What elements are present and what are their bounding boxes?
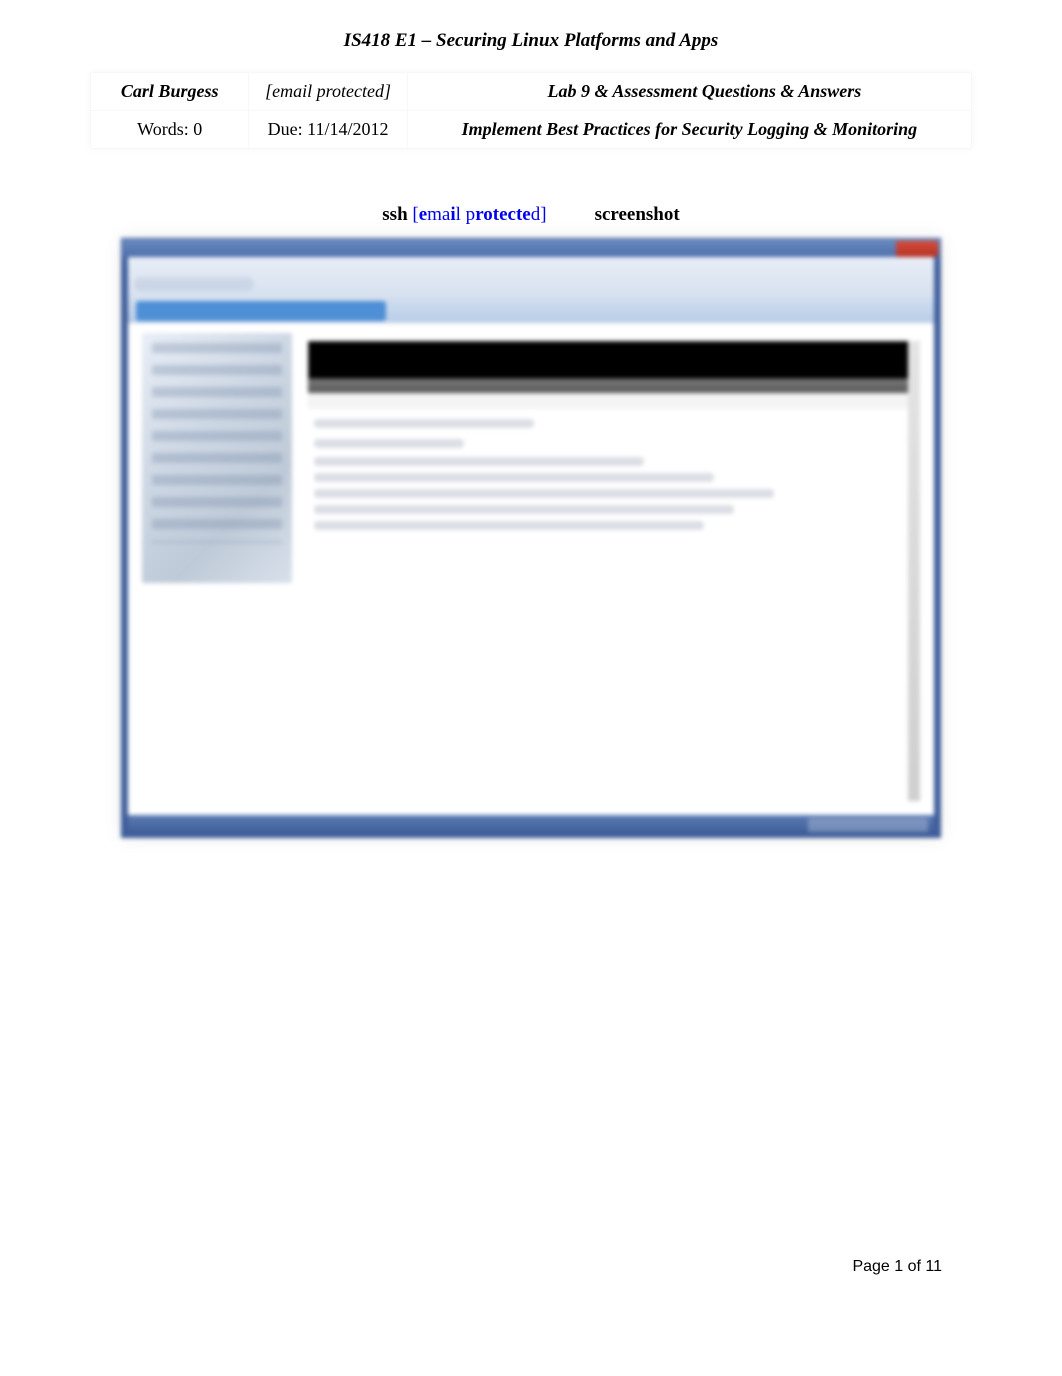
address-bar (136, 301, 386, 321)
caption-command: ssh (382, 204, 412, 225)
word-count: Words: 0 (91, 110, 249, 148)
system-tray (808, 818, 928, 832)
terminal-body (308, 409, 906, 801)
document-header: Carl Burgess [email protected] Lab 9 & A… (90, 72, 972, 149)
caption-suffix: screenshot (595, 204, 680, 225)
page-number: Page 1 of 11 (852, 1258, 942, 1276)
lab-subtitle: Implement Best Practices for Security Lo… (408, 110, 971, 148)
browser-body (128, 323, 934, 815)
window-titlebar (122, 239, 940, 257)
embedded-screenshot (121, 238, 941, 838)
browser-menubar (128, 257, 934, 299)
caption-email-link[interactable]: [email protected] (412, 204, 546, 225)
terminal-header (308, 379, 920, 393)
student-email: [email protected] (249, 73, 407, 110)
screenshot-caption: ssh [email protected] screenshot (90, 204, 972, 226)
course-title: IS418 E1 – Securing Linux Platforms and … (90, 30, 972, 52)
due-date: Due: 11/14/2012 (249, 110, 407, 148)
close-icon (896, 241, 938, 257)
terminal-menu (308, 393, 920, 409)
terminal-titlebar (308, 341, 920, 379)
student-name: Carl Burgess (91, 73, 249, 110)
file-tree-sidebar (142, 333, 292, 583)
lab-label: Lab 9 & Assessment Questions & Answers (408, 73, 971, 110)
scrollbar (908, 341, 920, 801)
